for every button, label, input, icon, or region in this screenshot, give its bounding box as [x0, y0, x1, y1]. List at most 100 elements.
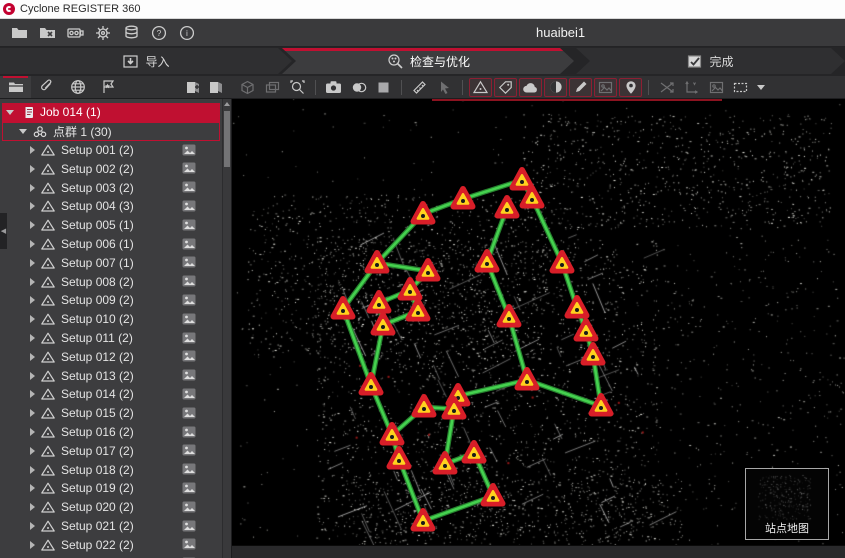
setup-thumbnail-icon[interactable] — [182, 501, 196, 516]
caret-right-icon[interactable] — [30, 484, 35, 492]
storage-icon[interactable] — [119, 22, 143, 44]
dock-panel-icon[interactable] — [206, 78, 226, 97]
rect-select-icon[interactable] — [730, 78, 753, 97]
setup-marker[interactable] — [390, 449, 409, 467]
tree-item-setup[interactable]: Setup 014 (2) — [0, 385, 222, 404]
image-toggle[interactable] — [594, 78, 617, 97]
tree-item-setup[interactable]: Setup 010 (2) — [0, 310, 222, 329]
caret-right-icon[interactable] — [30, 165, 35, 173]
setup-marker[interactable] — [500, 307, 519, 325]
tree-item-setup[interactable]: Setup 002 (2) — [0, 159, 222, 178]
caret-right-icon[interactable] — [30, 221, 35, 229]
setup-marker[interactable] — [484, 486, 503, 504]
tree-item-setup[interactable]: Setup 019 (2) — [0, 479, 222, 498]
setup-marker[interactable] — [584, 345, 603, 363]
setup-thumbnail-icon[interactable] — [182, 463, 196, 478]
settings-gear-icon[interactable] — [91, 22, 115, 44]
setup-marker-toggle[interactable] — [469, 78, 492, 97]
setup-marker[interactable] — [465, 443, 484, 461]
setup-marker[interactable] — [414, 204, 433, 222]
setup-marker[interactable] — [454, 189, 473, 207]
setup-thumbnail-icon[interactable] — [182, 181, 196, 196]
caret-right-icon[interactable] — [30, 447, 35, 455]
caret-right-icon[interactable] — [30, 390, 35, 398]
caret-right-icon[interactable] — [30, 466, 35, 474]
snapshot-icon[interactable] — [705, 78, 728, 97]
tree-item-setup[interactable]: Setup 022 (2) — [0, 535, 222, 554]
setup-thumbnail-icon[interactable] — [182, 426, 196, 441]
caret-right-icon[interactable] — [30, 278, 35, 286]
pick-icon[interactable] — [433, 78, 456, 97]
sidebar-collapse-handle[interactable]: ◀ — [0, 213, 7, 249]
zoom-fit-icon[interactable] — [286, 78, 309, 97]
caret-right-icon[interactable] — [30, 315, 35, 323]
setup-marker[interactable] — [415, 397, 434, 415]
caret-right-icon[interactable] — [30, 202, 35, 210]
scrollbar-thumb[interactable] — [224, 111, 230, 167]
pan-icon[interactable] — [261, 78, 284, 97]
tree-item-setup[interactable]: Setup 003 (2) — [0, 178, 222, 197]
stop-icon[interactable] — [372, 78, 395, 97]
setup-marker[interactable] — [592, 396, 611, 414]
setup-marker[interactable] — [374, 315, 393, 333]
caret-down-icon[interactable] — [19, 129, 27, 134]
setup-thumbnail-icon[interactable] — [182, 482, 196, 497]
caret-right-icon[interactable] — [30, 259, 35, 267]
setup-thumbnail-icon[interactable] — [182, 369, 196, 384]
setup-thumbnail-icon[interactable] — [182, 313, 196, 328]
setup-thumbnail-icon[interactable] — [182, 219, 196, 234]
setup-marker[interactable] — [513, 170, 532, 188]
pencil-toggle[interactable] — [569, 78, 592, 97]
setup-thumbnail-icon[interactable] — [182, 538, 196, 553]
tree-item-setup[interactable]: Setup 008 (2) — [0, 272, 222, 291]
caret-right-icon[interactable] — [30, 353, 35, 361]
tree-item-setup[interactable]: Setup 020 (2) — [0, 498, 222, 517]
tree-item-setup[interactable]: Setup 007 (1) — [0, 253, 222, 272]
overlap-icon[interactable] — [347, 78, 370, 97]
setup-thumbnail-icon[interactable] — [182, 275, 196, 290]
attachments-icon[interactable] — [31, 76, 62, 98]
setup-marker[interactable] — [498, 198, 517, 216]
project-tree-icon[interactable] — [0, 76, 31, 98]
caret-right-icon[interactable] — [30, 372, 35, 380]
caret-right-icon[interactable] — [30, 296, 35, 304]
scrollbar-up-icon[interactable] — [223, 99, 231, 109]
pin-toggle[interactable] — [619, 78, 642, 97]
setup-thumbnail-icon[interactable] — [182, 200, 196, 215]
caret-right-icon[interactable] — [30, 184, 35, 192]
caret-down-icon[interactable] — [6, 110, 14, 115]
setup-thumbnail-icon[interactable] — [182, 144, 196, 159]
geolocation-icon[interactable] — [62, 76, 93, 98]
tree-item-cluster[interactable]: 点群 1 (30) — [2, 122, 220, 141]
map-viewport[interactable]: 站点地图 — [232, 99, 845, 558]
tree-item-setup[interactable]: Setup 005 (1) — [0, 216, 222, 235]
caret-right-icon[interactable] — [30, 146, 35, 154]
setup-marker[interactable] — [362, 375, 381, 393]
setup-thumbnail-icon[interactable] — [182, 388, 196, 403]
setup-marker[interactable] — [518, 370, 537, 388]
contrast-toggle[interactable] — [544, 78, 567, 97]
tree-item-setup[interactable]: Setup 018 (2) — [0, 460, 222, 479]
tree-item-job[interactable]: Job 014 (1) — [2, 103, 220, 122]
setup-marker[interactable] — [370, 293, 389, 311]
setup-thumbnail-icon[interactable] — [182, 256, 196, 271]
setup-thumbnail-icon[interactable] — [182, 444, 196, 459]
tree-item-setup[interactable]: Setup 013 (2) — [0, 366, 222, 385]
setup-marker[interactable] — [409, 301, 428, 319]
tree-item-setup[interactable]: Setup 004 (3) — [0, 197, 222, 216]
setup-thumbnail-icon[interactable] — [182, 238, 196, 253]
caret-right-icon[interactable] — [30, 240, 35, 248]
links-icon[interactable] — [655, 78, 678, 97]
orbit-icon[interactable] — [236, 78, 259, 97]
setup-thumbnail-icon[interactable] — [182, 407, 196, 422]
tree-item-setup[interactable]: Setup 017 (2) — [0, 441, 222, 460]
caret-right-icon[interactable] — [30, 541, 35, 549]
workflow-tab-finish[interactable]: 完成 — [576, 48, 845, 74]
axes-icon[interactable] — [680, 78, 703, 97]
setup-marker[interactable] — [553, 253, 572, 271]
open-project-icon[interactable] — [7, 22, 31, 44]
sidebar-scrollbar[interactable] — [222, 99, 231, 558]
rect-select-caret-icon[interactable] — [755, 78, 767, 97]
tree-item-setup[interactable]: Setup 023 (2) — [0, 554, 222, 558]
caret-right-icon[interactable] — [30, 428, 35, 436]
